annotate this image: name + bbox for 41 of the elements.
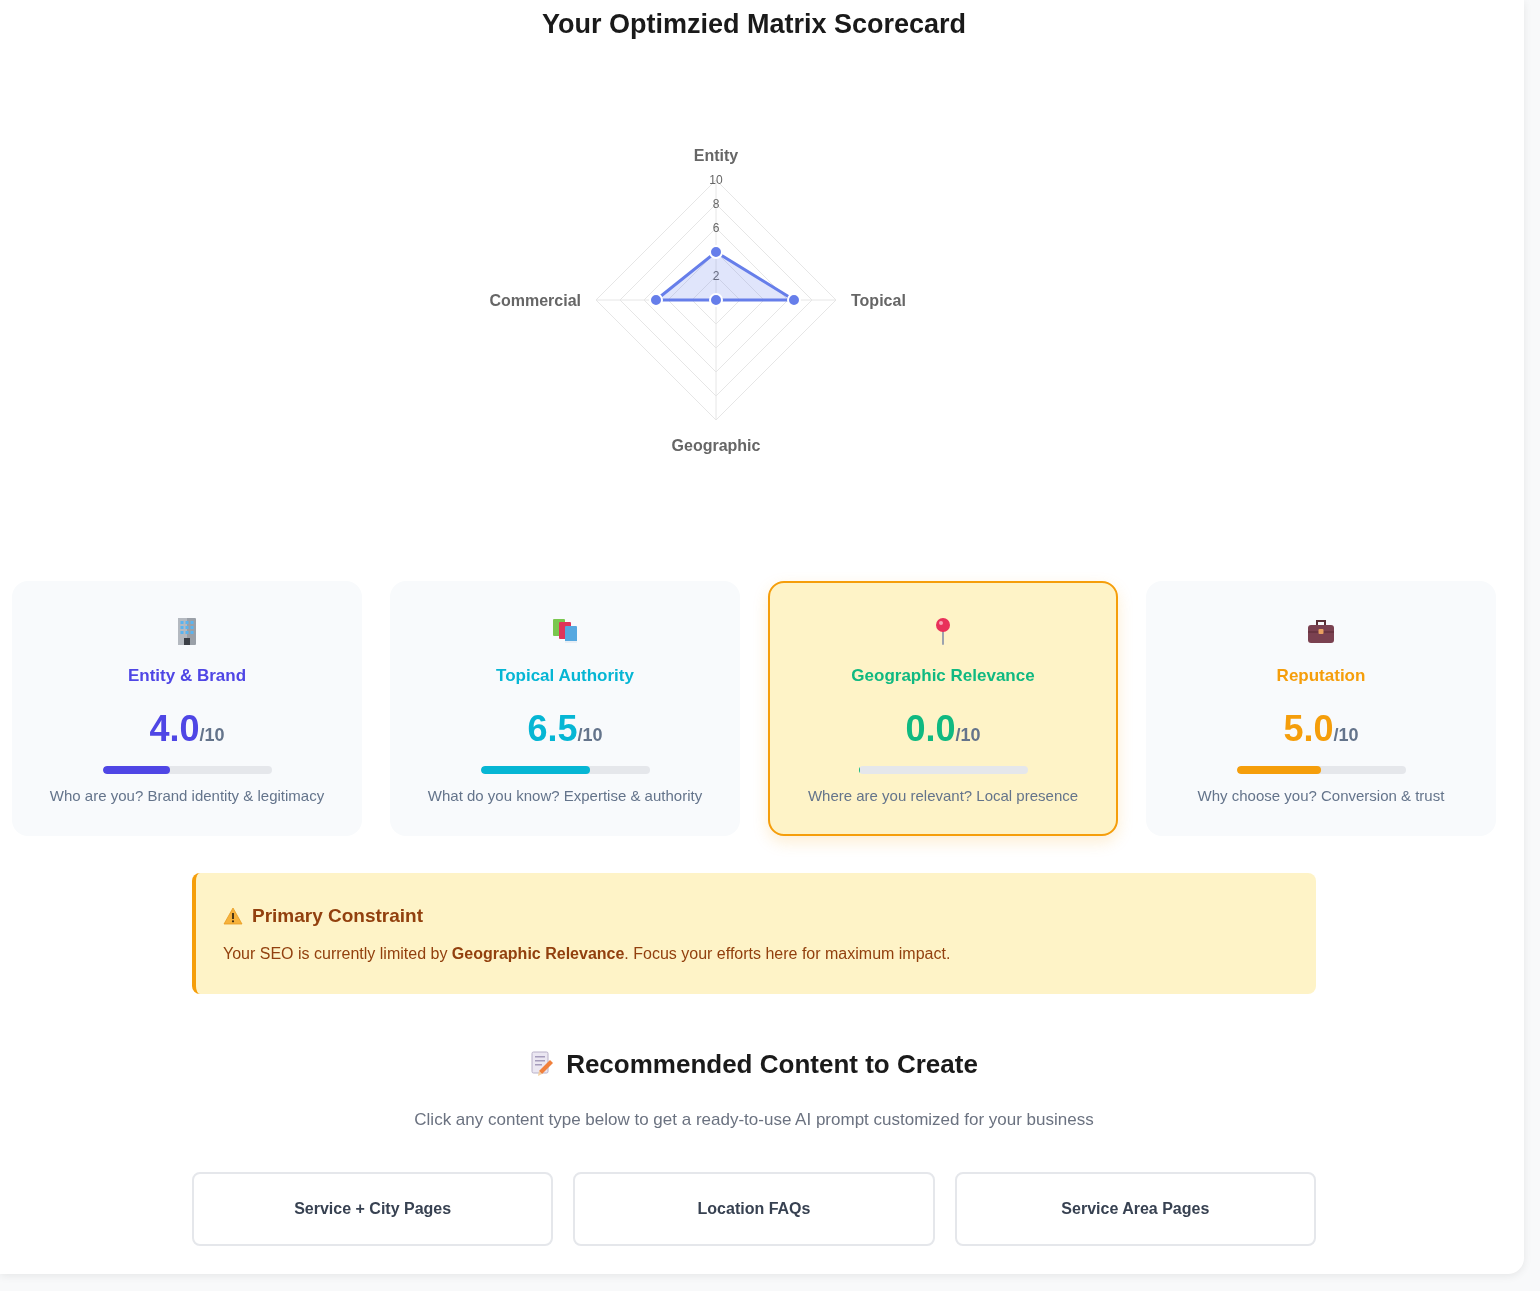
tick-label: 2 — [712, 269, 720, 283]
card-title: Topical Authority — [496, 665, 634, 687]
score-value: 0.0 — [905, 709, 956, 749]
page-title: Your Optimzied Matrix Scorecard — [541, 8, 967, 41]
data-point — [709, 293, 723, 307]
data-point — [649, 293, 663, 307]
card-description: What do you know? Expertise & authority — [427, 786, 703, 806]
content-type-button[interactable]: Location FAQs — [573, 1172, 935, 1246]
pushpin-icon — [933, 617, 953, 645]
section-subtitle: Click any content type below to get a ready-to-use AI prompt customized for your business — [414, 1109, 1094, 1131]
card-title: Reputation — [1276, 665, 1366, 687]
axis-label: Commercial — [489, 291, 581, 309]
card-title: Entity & Brand — [127, 665, 247, 687]
score-scale: /10 — [1333, 725, 1359, 747]
score-value: 4.0 — [149, 709, 200, 749]
briefcase-icon — [1307, 618, 1335, 644]
tick-label: 8 — [712, 197, 720, 211]
card-description: Who are you? Brand identity & legitimacy — [49, 786, 325, 806]
data-point — [787, 293, 801, 307]
score-value: 6.5 — [527, 709, 578, 749]
score-scale: /10 — [199, 725, 225, 747]
data-point — [709, 245, 723, 259]
score-value: 5.0 — [1283, 709, 1334, 749]
tick-label: 6 — [712, 221, 720, 235]
memo-icon — [530, 1051, 555, 1077]
card-title: Geographic Relevance — [851, 665, 1035, 687]
axis-label: Topical — [851, 291, 906, 309]
tick-label: 10 — [709, 173, 723, 187]
constraint-message: Your SEO is currently limited by Geographic Relevance. Focus your efforts here for maximum impact. — [223, 944, 952, 964]
section-heading: Recommended Content to Create — [566, 1048, 978, 1080]
content-type-button[interactable]: Service Area Pages — [954, 1172, 1316, 1246]
score-scale: /10 — [577, 725, 603, 747]
axis-label: Geographic — [671, 436, 761, 454]
axis-label: Entity — [693, 146, 739, 164]
card-description: Where are you relevant? Local presence — [807, 786, 1079, 806]
books-icon — [551, 617, 579, 645]
score-scale: /10 — [955, 725, 981, 747]
warning-icon — [223, 907, 243, 925]
constraint-title: Primary Constraint — [252, 904, 424, 928]
card-description: Why choose you? Conversion & trust — [1197, 786, 1445, 806]
content-type-button[interactable]: Service + City Pages — [192, 1172, 554, 1246]
